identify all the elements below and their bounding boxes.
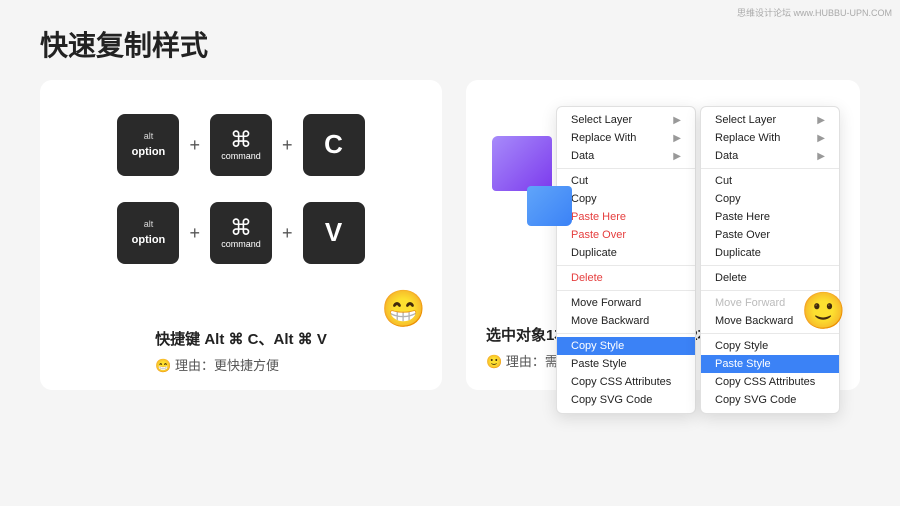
alt-option-key-1: alt option: [117, 114, 179, 176]
canvas-rect-purple: [492, 136, 552, 191]
left-emoji: 😁: [381, 288, 426, 330]
ctx2-paste-style[interactable]: Paste Style: [701, 355, 839, 373]
left-reason: 😁 理由：更快捷方便: [155, 355, 327, 374]
ctx1-paste-over[interactable]: Paste Over: [557, 226, 695, 244]
keys-container: alt option + ⌘ command + C alt option: [117, 104, 364, 314]
ctx2-cut[interactable]: Cut: [701, 172, 839, 190]
ctx2-copy-svg[interactable]: Copy SVG Code: [701, 391, 839, 409]
context-menu-1: Select Layer▶ Replace With▶ Data▶ Cut Co…: [556, 106, 696, 414]
right-panel: Select Layer▶ Replace With▶ Data▶ Cut Co…: [466, 80, 860, 390]
alt-label-1: alt: [144, 131, 154, 143]
ctx2-paste-here[interactable]: Paste Here: [701, 208, 839, 226]
ctx1-duplicate[interactable]: Duplicate: [557, 244, 695, 262]
context-menu-area: Select Layer▶ Replace With▶ Data▶ Cut Co…: [482, 96, 844, 316]
ctx1-move-backward[interactable]: Move Backward: [557, 312, 695, 330]
left-panel-texts: 快捷键 Alt ⌘ C、Alt ⌘ V 😁 理由：更快捷方便: [151, 314, 331, 374]
ctx1-div3: [557, 290, 695, 291]
cmd-symbol-2: ⌘: [230, 217, 252, 239]
ctx1-copy-css[interactable]: Copy CSS Attributes: [557, 373, 695, 391]
cmd-key-2: ⌘ command: [210, 202, 272, 264]
plus-3: +: [189, 223, 200, 244]
ctx1-copy-style[interactable]: Copy Style: [557, 337, 695, 355]
ctx1-copy-svg[interactable]: Copy SVG Code: [557, 391, 695, 409]
watermark-text: 思维设计论坛 www.HUBBU-UPN.COM: [737, 6, 892, 19]
c-key: C: [303, 114, 365, 176]
right-emoji: 🙂: [801, 290, 846, 332]
ctx2-copy-css[interactable]: Copy CSS Attributes: [701, 373, 839, 391]
ctx2-copy-style[interactable]: Copy Style: [701, 337, 839, 355]
ctx2-duplicate[interactable]: Duplicate: [701, 244, 839, 262]
ctx1-paste-style[interactable]: Paste Style: [557, 355, 695, 373]
left-panel: alt option + ⌘ command + C alt option: [40, 80, 442, 390]
left-reason-text: 理由：更快捷方便: [175, 358, 279, 373]
v-key: V: [303, 202, 365, 264]
cmd-key-1: ⌘ command: [210, 114, 272, 176]
ctx2-select-layer[interactable]: Select Layer▶: [701, 111, 839, 129]
command-label-1: command: [221, 151, 261, 161]
ctx2-data[interactable]: Data▶: [701, 147, 839, 165]
key-row-1: alt option + ⌘ command + C: [117, 114, 364, 176]
ctx1-div1: [557, 168, 695, 169]
v-letter: V: [325, 216, 342, 250]
ctx2-copy[interactable]: Copy: [701, 190, 839, 208]
key-row-2: alt option + ⌘ command + V: [117, 202, 364, 264]
canvas-preview: [492, 136, 572, 226]
ctx1-cut[interactable]: Cut: [557, 172, 695, 190]
plus-2: +: [282, 135, 293, 156]
cmd-symbol-1: ⌘: [230, 129, 252, 151]
alt-label-2: alt: [144, 219, 154, 231]
option-label-1: option: [132, 145, 166, 159]
ctx1-move-forward[interactable]: Move Forward: [557, 294, 695, 312]
canvas-rect-blue: [527, 186, 572, 226]
option-label-2: option: [132, 233, 166, 247]
ctx1-div2: [557, 265, 695, 266]
ctx1-delete[interactable]: Delete: [557, 269, 695, 287]
alt-option-key-2: alt option: [117, 202, 179, 264]
plus-4: +: [282, 223, 293, 244]
context-menu-2: Select Layer▶ Replace With▶ Data▶ Cut Co…: [700, 106, 840, 414]
ctx1-select-layer[interactable]: Select Layer▶: [557, 111, 695, 129]
ctx1-copy[interactable]: Copy: [557, 190, 695, 208]
ctx2-div2: [701, 265, 839, 266]
ctx1-replace-with[interactable]: Replace With▶: [557, 129, 695, 147]
ctx1-div4: [557, 333, 695, 334]
ctx1-paste-here[interactable]: Paste Here: [557, 208, 695, 226]
left-caption: 快捷键 Alt ⌘ C、Alt ⌘ V: [155, 328, 327, 349]
ctx2-delete[interactable]: Delete: [701, 269, 839, 287]
ctx2-paste-over[interactable]: Paste Over: [701, 226, 839, 244]
ctx2-div1: [701, 168, 839, 169]
ctx1-data[interactable]: Data▶: [557, 147, 695, 165]
c-letter: C: [324, 128, 343, 162]
left-reason-emoji: 😁: [155, 358, 171, 373]
command-label-2: command: [221, 239, 261, 249]
ctx2-div4: [701, 333, 839, 334]
plus-1: +: [189, 135, 200, 156]
ctx2-replace-with[interactable]: Replace With▶: [701, 129, 839, 147]
content-area: alt option + ⌘ command + C alt option: [0, 80, 900, 390]
right-reason-emoji: 🙂: [486, 354, 502, 369]
